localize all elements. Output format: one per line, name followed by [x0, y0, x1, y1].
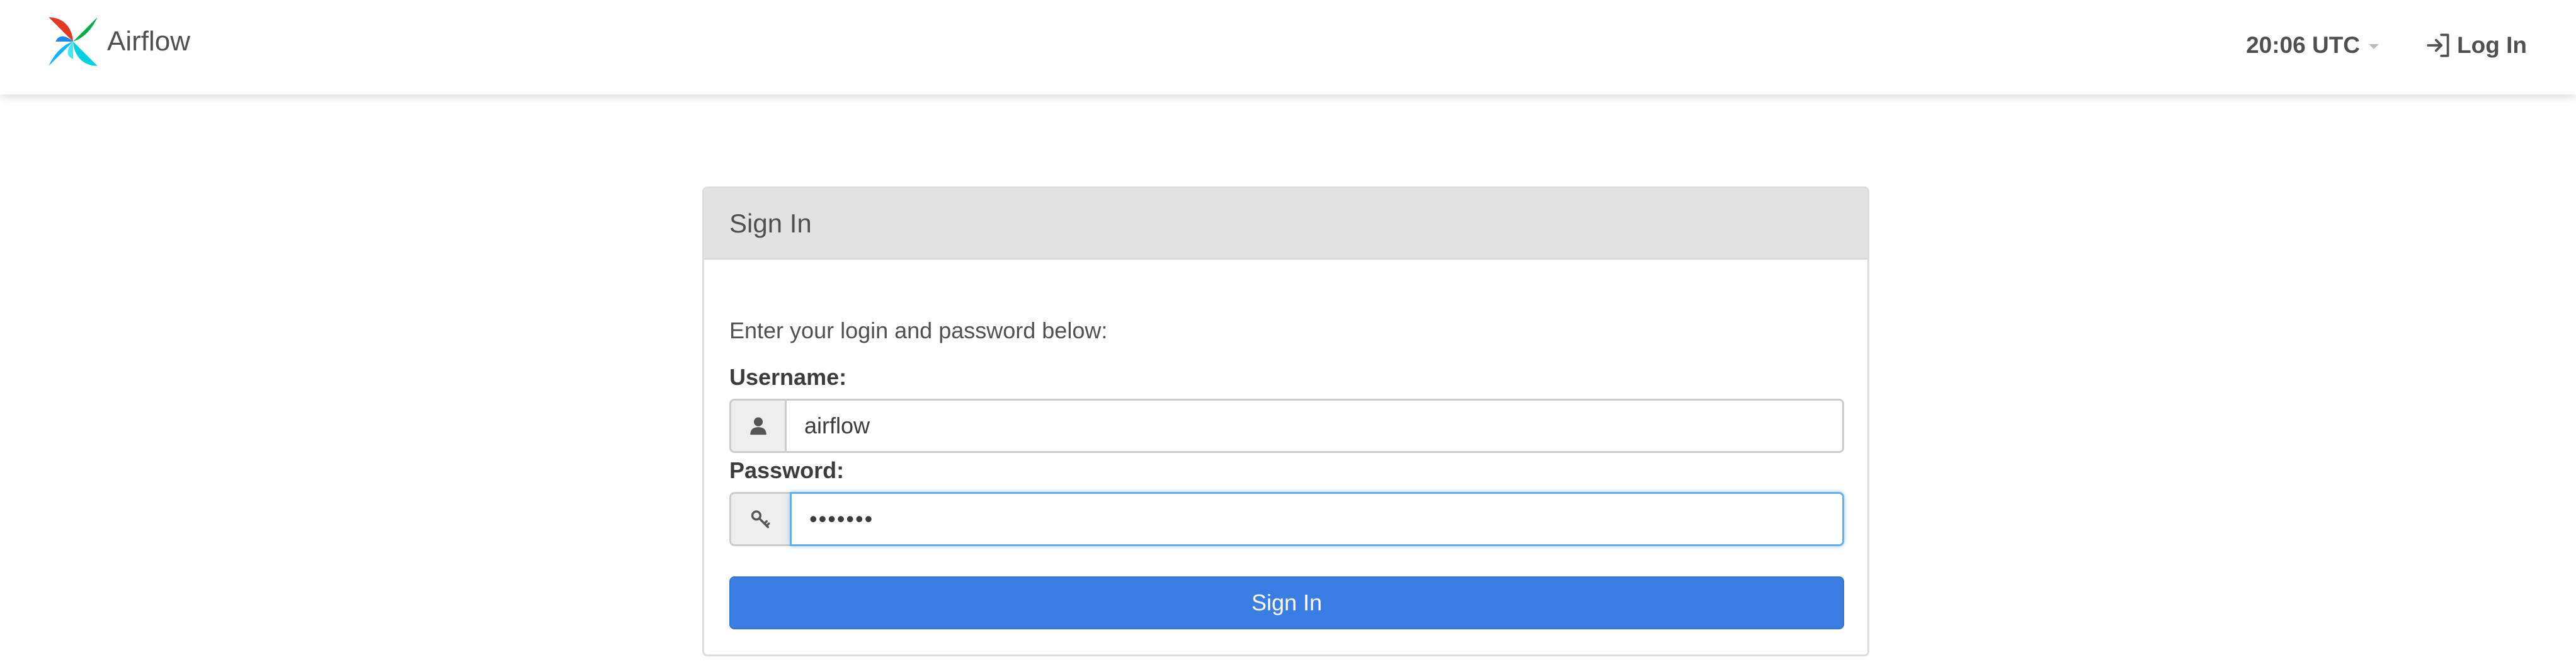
password-label: Password:: [729, 457, 845, 483]
password-input[interactable]: [790, 492, 1844, 546]
caret-down-icon: [2369, 44, 2379, 49]
login-icon: [2427, 33, 2449, 57]
username-input[interactable]: [785, 399, 1844, 453]
login-link[interactable]: Log In: [2423, 30, 2527, 61]
username-input-group: [729, 399, 1844, 453]
user-icon: [749, 417, 767, 435]
navbar-right: 20:06 UTC Log In: [2246, 24, 2527, 67]
clock-time: 20:06 UTC: [2246, 32, 2361, 58]
intro-text: Enter your login and password below:: [729, 317, 1108, 343]
brand-link[interactable]: Airflow: [44, 10, 190, 73]
panel-heading: Sign In: [704, 188, 1867, 260]
password-addon: [729, 492, 790, 546]
login-label: Log In: [2457, 32, 2527, 58]
key-icon: [751, 510, 770, 529]
username-label: Username:: [729, 364, 847, 390]
brand-name: Airflow: [107, 26, 191, 57]
signin-panel: Sign In Enter your login and password be…: [702, 186, 1869, 656]
username-addon: [729, 399, 785, 453]
signin-button[interactable]: Sign In: [729, 576, 1844, 629]
top-navbar: Airflow 20:06 UTC Log In: [0, 0, 2576, 94]
password-input-group: [729, 492, 1844, 546]
clock-dropdown[interactable]: 20:06 UTC: [2246, 32, 2379, 59]
airflow-logo-icon: [48, 17, 98, 66]
